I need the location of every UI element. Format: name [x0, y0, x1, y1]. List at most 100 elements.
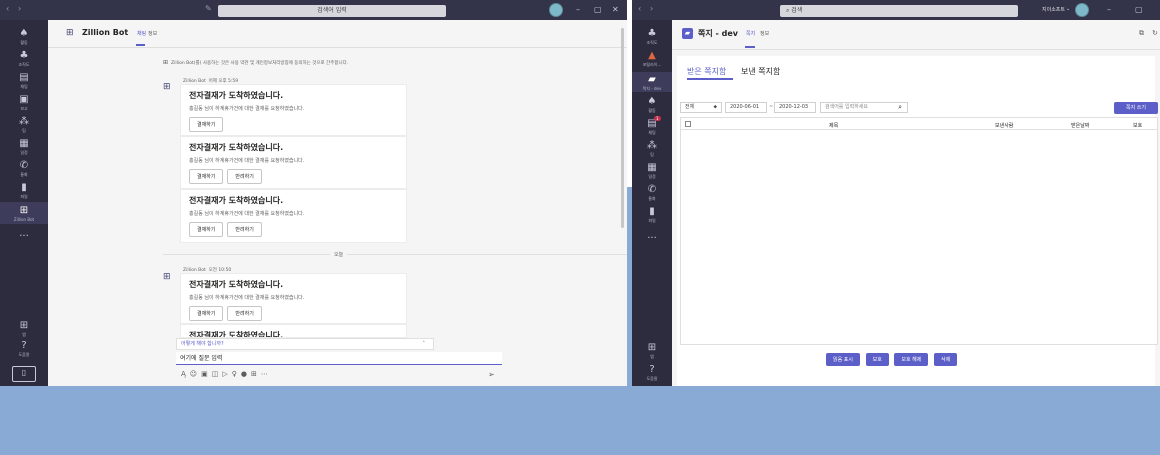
minimize-icon[interactable]: –: [1107, 5, 1111, 14]
forward-icon[interactable]: ›: [650, 4, 653, 13]
column-header-title[interactable]: 제목: [829, 122, 838, 129]
format-icon[interactable]: Ą: [181, 370, 190, 378]
bell-icon: ♠: [19, 28, 29, 39]
rail-item-zillion-bot[interactable]: ⊞ Zillion Bot: [0, 202, 48, 224]
avatar[interactable]: [549, 3, 563, 17]
praise-icon[interactable]: ♀: [232, 370, 241, 378]
rail-item-activity[interactable]: ♠ 활동: [0, 28, 48, 45]
apps-icon[interactable]: ⊞: [251, 370, 261, 378]
rail-item-calendar[interactable]: ▦ 일정: [632, 162, 672, 179]
user-name[interactable]: 지이소프트: [1042, 6, 1065, 13]
tab-inbox[interactable]: 받은 쪽지함: [687, 66, 726, 77]
maximize-icon[interactable]: ▢: [1135, 5, 1143, 14]
back-icon[interactable]: ‹: [638, 4, 641, 13]
search-input[interactable]: 검색어 입력: [218, 5, 446, 17]
refresh-icon[interactable]: ↻: [1152, 29, 1158, 37]
search-text-input[interactable]: 검색어를 입력하세요 ⌕: [820, 102, 908, 113]
tab-memo[interactable]: 쪽지: [746, 30, 755, 37]
protect-button[interactable]: 보호: [865, 353, 889, 366]
approve-button[interactable]: 결재하기: [189, 169, 224, 184]
rail-item-apps[interactable]: ⊞ 앱: [632, 342, 672, 359]
select-all-checkbox[interactable]: [685, 121, 691, 127]
tab-sent[interactable]: 보낸 쪽지함: [741, 66, 780, 77]
gif-icon[interactable]: ▣: [201, 370, 212, 378]
filter-select[interactable]: 전체 ⬥: [680, 102, 722, 113]
meet-icon[interactable]: ▷: [222, 370, 231, 378]
popout-icon[interactable]: ⧉: [1139, 29, 1144, 38]
rail-item-more[interactable]: ...: [632, 230, 672, 241]
loop-icon[interactable]: ●: [241, 370, 251, 378]
rail-item-memo[interactable]: ▰ 쪽지 - dev: [632, 72, 672, 92]
sticker-icon[interactable]: ◫: [212, 370, 223, 378]
chevron-down-icon[interactable]: ⌄: [1066, 6, 1070, 12]
approve-button[interactable]: 결재하기: [189, 222, 224, 237]
mark-read-button[interactable]: 읽음 표시: [826, 353, 860, 366]
column-header-date[interactable]: 받은날짜: [1071, 122, 1089, 129]
rail-item-teams[interactable]: ⁂ 팀: [0, 116, 48, 133]
column-header-protect[interactable]: 보호: [1133, 122, 1142, 129]
forward-icon[interactable]: ›: [18, 4, 21, 13]
maximize-icon[interactable]: ▢: [594, 5, 602, 14]
rail-item-calls[interactable]: ✆ 통화: [632, 184, 672, 201]
rail-item-files[interactable]: ▮ 파일: [0, 182, 48, 199]
chat-icon: ▤: [647, 118, 657, 129]
active-tab-indicator: [745, 46, 755, 48]
org-chart-icon: ♣: [647, 28, 657, 39]
approve-button[interactable]: 결재하기: [189, 117, 224, 132]
more-icon[interactable]: ⋯: [261, 370, 272, 378]
unprotect-button[interactable]: 보호 해제: [894, 353, 929, 366]
rail-item-calls[interactable]: ✆ 통화: [0, 160, 48, 177]
tab-info[interactable]: 정보: [760, 30, 769, 37]
rail-item-activity[interactable]: ♠ 활동: [632, 96, 672, 113]
app-title: 쪽지 - dev: [698, 29, 738, 38]
reject-button[interactable]: 반려하기: [227, 169, 262, 184]
help-icon: ?: [649, 364, 655, 375]
privacy-notice: ⊞ Zillion Bot(를) 사용하는 것은 사용 약관 및 개인정보처리방침…: [163, 59, 349, 66]
main-pane: ⊞ Zillion Bot 채팅 정보 ⊞ Zillion Bot(를) 사용하는…: [48, 20, 627, 386]
flame-icon: ▲: [648, 50, 656, 61]
calendar-icon: ▦: [647, 162, 657, 173]
write-memo-button[interactable]: 쪽지 쓰기: [1114, 102, 1158, 114]
tab-chat[interactable]: 채팅: [137, 30, 146, 37]
emoji-icon[interactable]: ☺: [190, 370, 201, 378]
scrollbar[interactable]: [621, 28, 624, 228]
rail-item-help[interactable]: ? 도움말: [632, 364, 672, 381]
chat-icon: ▤: [19, 72, 29, 83]
rail-item-org[interactable]: ♣ 조직도: [0, 50, 48, 67]
rail-item-chat[interactable]: ▤ 채팅: [0, 72, 48, 89]
compose-icon[interactable]: ✎: [205, 4, 212, 13]
search-input[interactable]: ⌕ 검색: [780, 5, 1018, 17]
search-icon: ⌕: [898, 103, 902, 111]
active-inner-tab-indicator: [687, 78, 733, 80]
back-icon[interactable]: ‹: [6, 4, 9, 13]
rail-item-more[interactable]: ...: [0, 228, 48, 239]
column-header-sender[interactable]: 보낸사람: [995, 122, 1013, 129]
tab-info[interactable]: 정보: [148, 30, 157, 37]
file-icon: ▮: [21, 182, 27, 193]
minimize-icon[interactable]: –: [576, 5, 580, 14]
reject-button[interactable]: 반려하기: [227, 306, 262, 321]
send-icon[interactable]: ➢: [488, 370, 495, 379]
device-icon[interactable]: ▯: [12, 366, 36, 382]
rail-item-portal[interactable]: ▲ 포털라이...: [632, 50, 672, 67]
suggestion-dropdown[interactable]: 어떻게 해야 합니까? ˄: [176, 338, 434, 350]
team-icon: ⁂: [647, 140, 657, 151]
rail-item-apps[interactable]: ⊞ 앱: [0, 320, 48, 337]
rail-item-org[interactable]: ♣ 조직도: [632, 28, 672, 45]
rail-item-help[interactable]: ? 도움말: [0, 340, 48, 357]
avatar[interactable]: [1075, 3, 1089, 17]
compose-input[interactable]: 여기에 질문 입력: [176, 352, 502, 365]
approve-button[interactable]: 결재하기: [189, 306, 224, 321]
rail-item-files[interactable]: ▮ 파일: [632, 206, 672, 223]
rail-item-report[interactable]: ▣ 보고: [0, 94, 48, 111]
reject-button[interactable]: 반려하기: [227, 222, 262, 237]
date-from-input[interactable]: 2020-06-01: [725, 102, 767, 113]
close-icon[interactable]: ✕: [612, 5, 619, 14]
date-to-input[interactable]: 2020-12-03: [774, 102, 816, 113]
delete-button[interactable]: 삭제: [933, 353, 958, 366]
rail-item-calendar[interactable]: ▦ 일정: [0, 138, 48, 155]
rail-item-chat[interactable]: ▤ 1 채팅: [632, 116, 672, 135]
memo-app-icon: ▰: [682, 28, 693, 39]
day-divider-label: 오늘: [330, 251, 348, 258]
rail-item-teams[interactable]: ⁂ 팀: [632, 140, 672, 157]
